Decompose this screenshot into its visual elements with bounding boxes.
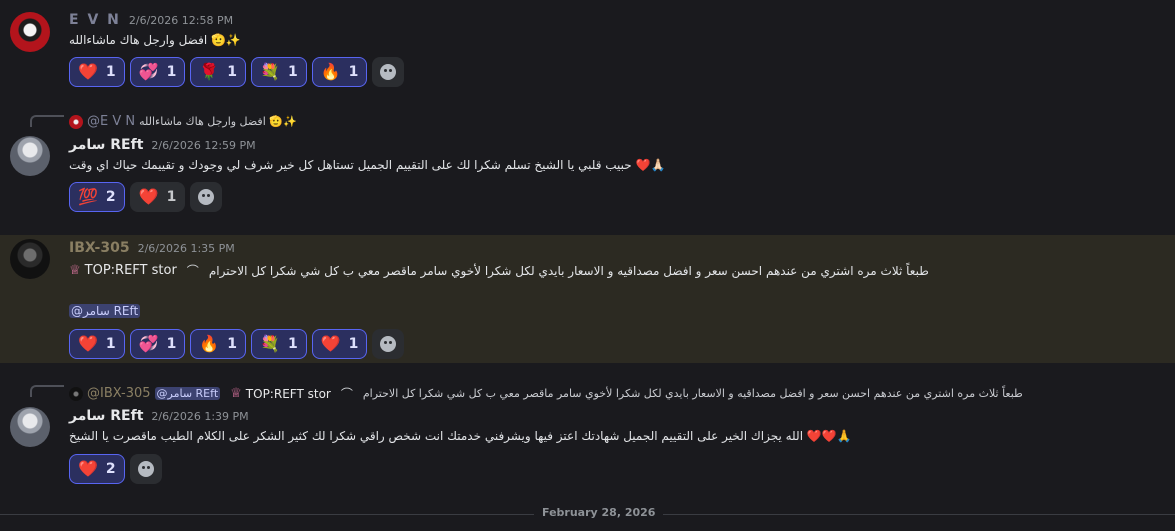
- reaction-hundred[interactable]: 💯 2: [69, 182, 125, 212]
- bouquet-icon: 💐: [260, 62, 280, 81]
- message-samer-reply: @E V N افضل وارجل هاك ماشاءالله 🫡✨ سامر …: [0, 106, 1175, 226]
- mention-line: @سامر REft: [69, 304, 141, 318]
- reaction-count: 1: [166, 64, 177, 80]
- reply-author: @IBX-305: [87, 386, 151, 401]
- message-text: افضل وارجل هاك ماشاءالله 🫡✨: [69, 33, 241, 47]
- reaction-revolving-hearts[interactable]: 💞 1: [129, 329, 186, 359]
- user-mention[interactable]: @سامر REft: [69, 304, 141, 318]
- avatar[interactable]: [10, 407, 50, 447]
- reply-author: @E V N: [87, 114, 136, 129]
- reaction-bar: ❤️ 1 💞 1 🔥 1 💐 1 ❤️ 1: [69, 329, 405, 359]
- reaction-count: 1: [105, 64, 116, 80]
- avatar[interactable]: [10, 12, 50, 52]
- timestamp: 2/6/2026 1:35 PM: [137, 242, 235, 255]
- heart-icon: ❤️: [320, 334, 341, 353]
- reaction-count: 1: [227, 336, 238, 352]
- heart-icon: ❤️: [138, 187, 159, 206]
- avatar[interactable]: [10, 239, 50, 279]
- add-reaction-button[interactable]: [129, 454, 162, 484]
- reply-connector: [30, 385, 64, 397]
- reply-context[interactable]: @IBX-305 @سامر REft ♕ TOP:REFT stor ⌒ طبع…: [69, 385, 1023, 402]
- add-reaction-icon: [137, 461, 154, 477]
- crown-icon: ♕: [69, 263, 81, 278]
- message-text: طبعاً ثلاث مره اشتري من عندهم احسن سعر و…: [208, 263, 929, 278]
- reaction-count: 1: [166, 336, 177, 352]
- reaction-bar: ❤️ 1 💞 1 🌹 1 💐 1 🔥 1: [69, 57, 405, 87]
- reaction-revolving-hearts[interactable]: 💞 1: [129, 57, 186, 87]
- message-samer-reply-2: @IBX-305 @سامر REft ♕ TOP:REFT stor ⌒ طبع…: [0, 375, 1175, 495]
- reaction-heart[interactable]: ❤️ 1: [129, 182, 186, 212]
- message-header: سامر REft 2/6/2026 12:59 PM: [69, 137, 256, 153]
- reply-preview-text: طبعاً ثلاث مره اشتري من عندهم احسن سعر و…: [362, 387, 1023, 400]
- revolving-hearts-icon: 💞: [138, 334, 159, 353]
- add-reaction-icon: [380, 336, 397, 352]
- reply-role-tag: ♕ TOP:REFT stor: [230, 386, 331, 401]
- fire-icon: 🔥: [320, 62, 341, 81]
- message-text: الله يجزاك الخير على التقييم الجميل شهاد…: [69, 429, 852, 443]
- message-evn: E V N 2/6/2026 12:58 PM افضل وارجل هاك م…: [0, 0, 1175, 95]
- reply-mention: @سامر REft: [154, 387, 221, 400]
- reply-avatar: [69, 386, 83, 401]
- reaction-fire[interactable]: 🔥 1: [190, 329, 247, 359]
- reply-avatar: [69, 114, 83, 129]
- author-name[interactable]: E V N: [69, 12, 121, 28]
- timestamp: 2/6/2026 12:58 PM: [128, 14, 234, 27]
- reaction-bar: ❤️ 2: [69, 454, 162, 484]
- rose-icon: 🌹: [199, 62, 220, 81]
- message-text: حبيب قلبي يا الشيخ تسلم شكرا لك على التق…: [69, 158, 666, 172]
- timestamp: 2/6/2026 1:39 PM: [151, 410, 249, 423]
- reaction-fire[interactable]: 🔥 1: [311, 57, 368, 87]
- avatar[interactable]: [10, 136, 50, 176]
- author-name[interactable]: سامر REft: [69, 137, 143, 153]
- author-name[interactable]: سامر REft: [69, 408, 143, 424]
- reaction-count: 2: [105, 461, 116, 477]
- message-header: E V N 2/6/2026 12:58 PM: [69, 12, 233, 28]
- add-reaction-button[interactable]: [372, 57, 405, 87]
- reaction-heart[interactable]: ❤️ 1: [69, 329, 125, 359]
- reaction-count: 1: [348, 64, 359, 80]
- heart-icon: ❤️: [78, 459, 98, 478]
- date-divider-label: February 28, 2026: [534, 506, 664, 519]
- add-reaction-button[interactable]: [372, 329, 405, 359]
- hook-icon: ⌒: [340, 387, 353, 401]
- author-name[interactable]: IBX-305: [69, 240, 130, 256]
- reaction-count: 2: [105, 189, 116, 205]
- crown-icon: ♕: [230, 386, 242, 401]
- message-header: IBX-305 2/6/2026 1:35 PM: [69, 240, 235, 256]
- reaction-heart[interactable]: ❤️ 2: [69, 454, 125, 484]
- reaction-count: 1: [166, 189, 177, 205]
- reaction-count: 1: [287, 64, 298, 80]
- chat-log: E V N 2/6/2026 12:58 PM افضل وارجل هاك م…: [0, 0, 1175, 531]
- message-header: سامر REft 2/6/2026 1:39 PM: [69, 408, 249, 424]
- reaction-bouquet[interactable]: 💐 1: [251, 57, 307, 87]
- reaction-count: 1: [287, 336, 298, 352]
- hundred-points-icon: 💯: [78, 187, 98, 206]
- heart-icon: ❤️: [78, 62, 98, 81]
- timestamp: 2/6/2026 12:59 PM: [151, 139, 256, 152]
- reaction-count: 1: [227, 64, 238, 80]
- bouquet-icon: 💐: [260, 334, 280, 353]
- add-reaction-button[interactable]: [190, 182, 223, 212]
- reaction-rose[interactable]: 🌹 1: [190, 57, 247, 87]
- add-reaction-icon: [198, 189, 215, 205]
- add-reaction-icon: [380, 64, 397, 80]
- reaction-bar: 💯 2 ❤️ 1: [69, 182, 223, 212]
- fire-icon: 🔥: [199, 334, 220, 353]
- message-ibx: IBX-305 2/6/2026 1:35 PM ♕ TOP:REFT stor …: [0, 235, 1175, 363]
- reply-connector: [30, 115, 64, 127]
- message-text-line: ♕ TOP:REFT stor ⌒ طبعاً ثلاث مره اشتري من…: [69, 262, 929, 279]
- hook-icon: ⌒: [186, 264, 199, 278]
- reaction-count: 1: [348, 336, 359, 352]
- revolving-hearts-icon: 💞: [138, 62, 159, 81]
- heart-icon: ❤️: [78, 334, 98, 353]
- reaction-bouquet[interactable]: 💐 1: [251, 329, 307, 359]
- reaction-count: 1: [105, 336, 116, 352]
- reply-context[interactable]: @E V N افضل وارجل هاك ماشاءالله 🫡✨: [69, 114, 297, 129]
- reaction-heart-2[interactable]: ❤️ 1: [311, 329, 368, 359]
- reply-preview-text: افضل وارجل هاك ماشاءالله 🫡✨: [139, 115, 297, 128]
- role-tag: ♕ TOP:REFT stor: [69, 263, 177, 278]
- reaction-heart[interactable]: ❤️ 1: [69, 57, 125, 87]
